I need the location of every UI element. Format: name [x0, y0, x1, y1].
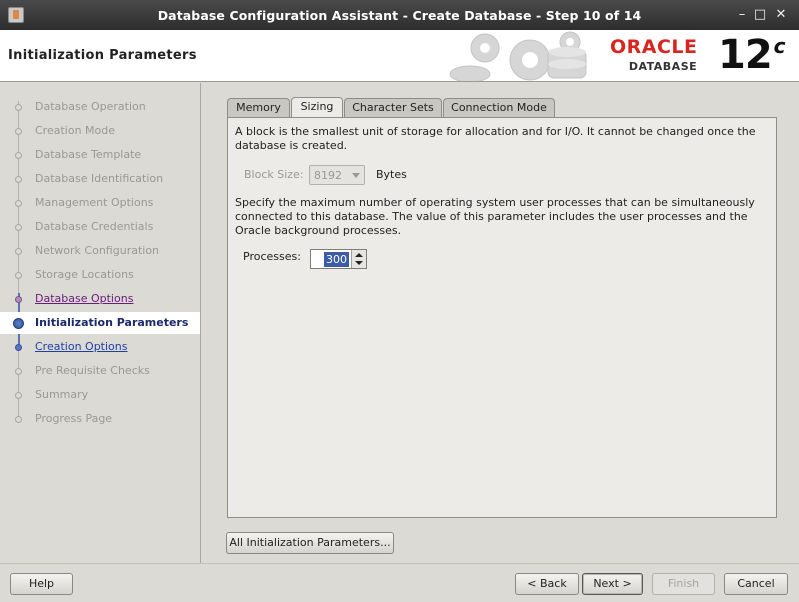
step-dot-icon	[15, 104, 22, 111]
tab-sizing[interactable]: Sizing	[291, 97, 343, 118]
nav-step-database-identification: Database Identification	[0, 168, 200, 190]
nav-step-creation-mode: Creation Mode	[0, 120, 200, 142]
step-dot-icon	[15, 248, 22, 255]
nav-step-management-options: Management Options	[0, 192, 200, 214]
gears-illustration	[449, 31, 587, 81]
page-title: Initialization Parameters	[8, 48, 197, 63]
processes-spinner[interactable]: 300	[310, 249, 367, 269]
window-title: Database Configuration Assistant - Creat…	[157, 8, 642, 23]
step-dot-icon	[15, 176, 22, 183]
processes-label: Processes:	[243, 250, 301, 263]
close-icon[interactable]: ✕	[773, 7, 789, 23]
all-initialization-parameters-button[interactable]: All Initialization Parameters...	[226, 532, 394, 554]
nav-step-storage-locations: Storage Locations	[0, 264, 200, 286]
step-current-dot-icon	[13, 318, 24, 329]
tab-memory[interactable]: Memory	[227, 98, 290, 118]
sizing-panel: A block is the smallest unit of storage …	[227, 117, 777, 518]
nav-step-database-options[interactable]: Database Options	[0, 288, 200, 310]
version-logo: 12 c	[718, 32, 786, 78]
nav-step-database-operation: Database Operation	[0, 96, 200, 118]
page-header: Initialization Parameters ORACLE DATABAS…	[0, 30, 799, 82]
cancel-button[interactable]: Cancel	[724, 573, 788, 595]
spinner-up-icon[interactable]	[355, 253, 363, 257]
tab-connection-mode[interactable]: Connection Mode	[443, 98, 555, 118]
nav-step-prerequisite-checks: Pre Requisite Checks	[0, 360, 200, 382]
tab-character-sets[interactable]: Character Sets	[344, 98, 442, 118]
back-button[interactable]: < Back	[515, 573, 579, 595]
step-next-dot-icon	[15, 344, 22, 351]
chevron-down-icon	[352, 173, 360, 178]
block-size-value: 8192	[314, 169, 342, 182]
nav-step-network-configuration: Network Configuration	[0, 240, 200, 262]
step-dot-icon	[15, 224, 22, 231]
block-size-description: A block is the smallest unit of storage …	[235, 125, 756, 152]
processes-description: Specify the maximum number of operating …	[235, 196, 755, 237]
step-dot-icon	[15, 272, 22, 279]
step-dot-icon	[15, 200, 22, 207]
nav-step-progress-page: Progress Page	[0, 408, 200, 430]
step-dot-icon	[15, 128, 22, 135]
step-dot-icon	[15, 416, 22, 423]
window-titlebar: Database Configuration Assistant - Creat…	[0, 0, 799, 30]
step-dot-icon	[15, 152, 22, 159]
block-size-label: Block Size:	[244, 168, 304, 181]
spinner-buttons[interactable]	[351, 250, 366, 268]
nav-step-creation-options[interactable]: Creation Options	[0, 336, 200, 358]
oracle-logo: ORACLE DATABASE	[610, 36, 698, 73]
finish-button: Finish	[652, 573, 715, 595]
processes-value[interactable]: 300	[324, 252, 349, 267]
help-button[interactable]: Help	[10, 573, 73, 595]
step-dot-icon	[15, 368, 22, 375]
maximize-icon[interactable]: □	[752, 7, 768, 23]
nav-step-summary: Summary	[0, 384, 200, 406]
next-button[interactable]: Next >	[582, 573, 643, 595]
nav-step-database-credentials: Database Credentials	[0, 216, 200, 238]
minimize-icon[interactable]: –	[734, 7, 750, 23]
step-dot-icon	[15, 392, 22, 399]
nav-step-initialization-parameters: Initialization Parameters	[0, 312, 200, 334]
nav-step-database-template: Database Template	[0, 144, 200, 166]
block-size-select: 8192	[309, 165, 365, 185]
footer-divider	[0, 563, 799, 564]
step-done-dot-icon	[15, 296, 22, 303]
wizard-steps-nav: Database Operation Creation Mode Databas…	[0, 83, 201, 563]
spinner-down-icon[interactable]	[355, 261, 363, 265]
block-size-unit: Bytes	[376, 168, 407, 181]
